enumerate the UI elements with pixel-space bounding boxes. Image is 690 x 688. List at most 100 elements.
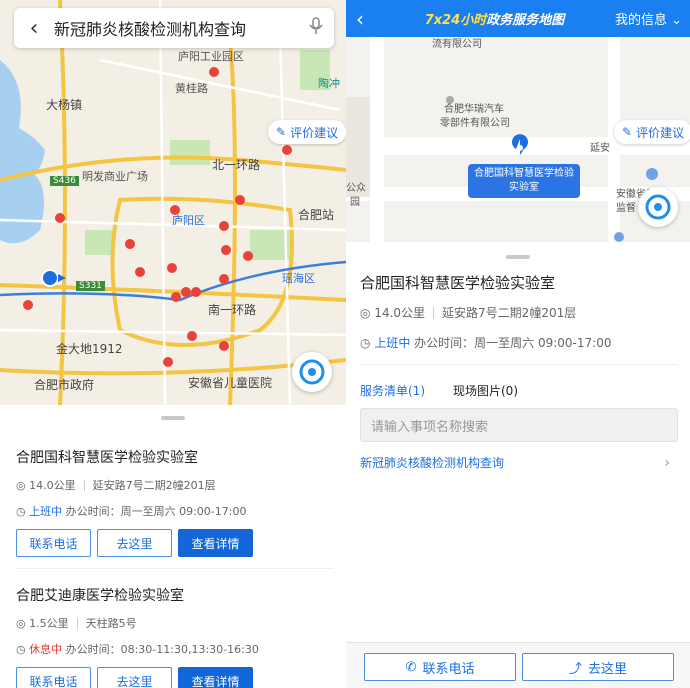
- app-header: ‹ 7x24小时政务服务地图 我的信息 ⌄: [346, 0, 690, 37]
- drag-handle[interactable]: [161, 416, 185, 420]
- header-title: 7x24小时政务服务地图: [374, 9, 615, 28]
- result-list[interactable]: 合肥国科智慧医学检验实验室 ◎ 14.0公里 延安路7号二期2幢201层 ◷ 上…: [0, 405, 346, 688]
- brush-icon: ✎: [276, 125, 287, 139]
- go-button-label: 去这里: [588, 661, 628, 677]
- place-address: 延安路7号二期2幢201层: [442, 306, 577, 320]
- item-hours: 办公时间：周一至周六 09:00-17:00: [65, 505, 247, 518]
- item-meta: ◎ 1.5公里 天柱路5号: [16, 615, 334, 631]
- back-icon[interactable]: ‹: [346, 7, 374, 31]
- item-address: 天柱路5号: [85, 617, 137, 630]
- road-badge: S331: [76, 281, 105, 291]
- phone-button[interactable]: 联系电话: [16, 667, 91, 688]
- status-badge: 休息中: [29, 643, 63, 656]
- bubble-line: 实验室: [509, 182, 539, 193]
- phone-button[interactable]: 联系电话: [16, 529, 91, 557]
- map-label: 监督: [616, 203, 636, 214]
- header-title-highlight: 7x24小时: [424, 13, 487, 28]
- item-meta: ◎ 14.0公里 延安路7号二期2幢201层: [16, 477, 334, 493]
- place-distance: 14.0公里: [374, 306, 426, 320]
- clock-icon: ◷: [16, 504, 26, 518]
- my-info-label: 我的信息: [614, 13, 667, 28]
- item-distance: 14.0公里: [29, 479, 76, 492]
- tab-photos[interactable]: 现场图片(0): [453, 382, 518, 399]
- header-title-text: 政务服务地图: [486, 13, 565, 28]
- item-name: 合肥艾迪康医学检验实验室: [16, 588, 184, 604]
- map-label: 瑶海区: [282, 272, 315, 285]
- chevron-right-icon: ›: [664, 454, 670, 471]
- eval-label: 评价建议: [290, 125, 339, 140]
- eval-button[interactable]: ✎ 评价建议: [614, 120, 690, 144]
- clock-icon: ◷: [360, 335, 371, 350]
- service-item-label: 新冠肺炎核酸检测机构查询: [360, 456, 505, 470]
- list-item[interactable]: 合肥国科智慧医学检验实验室 ◎ 14.0公里 延安路7号二期2幢201层 ◷ 上…: [16, 447, 334, 557]
- bubble-line: 合肥国科智慧医学检验: [474, 168, 574, 179]
- eval-button[interactable]: ✎ 评价建议: [268, 120, 346, 144]
- map-label: 延安: [590, 143, 610, 154]
- status-badge: 上班中: [29, 505, 63, 518]
- phone-button[interactable]: ✆ 联系电话: [364, 653, 516, 681]
- pin-icon: ◎: [16, 478, 26, 492]
- detail-sheet: 合肥国科智慧医学检验实验室 ◎ 14.0公里 延安路7号二期2幢201层 ◷ 上…: [346, 242, 690, 688]
- place-bubble[interactable]: 合肥国科智慧医学检验 实验室: [468, 164, 580, 198]
- map-label: 合肥市政府: [34, 378, 95, 392]
- compass-icon: [645, 194, 671, 220]
- drag-handle[interactable]: [506, 255, 530, 259]
- map-label: 园: [350, 197, 360, 208]
- map-label: 公众: [346, 183, 366, 194]
- map-view[interactable]: 流有限公司 合肥华瑞汽车 零部件有限公司 延安 公众 园 安徽省质量 监督 合肥…: [346, 37, 690, 242]
- map-label: 大杨镇: [46, 98, 83, 112]
- map-label: 金大地1912: [56, 342, 123, 356]
- action-footer: ✆ 联系电话 ⤴ 去这里: [346, 642, 690, 688]
- list-item[interactable]: 合肥艾迪康医学检验实验室 ◎ 1.5公里 天柱路5号 ◷ 休息中 办公时间：08…: [16, 585, 334, 688]
- map-label: 北一环路: [212, 158, 261, 172]
- place-hours-row: ◷ 上班中 办公时间：周一至周六 09:00-17:00: [360, 334, 611, 351]
- road-badge: S436: [50, 176, 79, 186]
- map-label: 安徽省儿童医院: [188, 376, 273, 390]
- map-label: 流有限公司: [432, 39, 482, 50]
- brush-icon: ✎: [622, 125, 633, 139]
- map-view[interactable]: 庐阳工业园区 大杨镇 黄桂路 陶冲 明发商业广场 北一环路 S436 庐阳区 合…: [0, 0, 346, 406]
- go-button[interactable]: 去这里: [97, 667, 172, 688]
- map-label: 庐阳区: [172, 214, 205, 227]
- item-address: 延安路7号二期2幢201层: [92, 479, 216, 492]
- place-hours: 办公时间：周一至周六 09:00-17:00: [414, 336, 612, 350]
- map-label: 陶冲: [318, 77, 340, 90]
- detail-button[interactable]: 查看详情: [178, 529, 253, 557]
- item-hours-row: ◷ 休息中 办公时间：08:30-11:30,13:30-16:30: [16, 641, 334, 657]
- item-name: 合肥国科智慧医学检验实验室: [16, 450, 198, 466]
- locate-button[interactable]: [292, 352, 332, 392]
- service-item[interactable]: 新冠肺炎核酸检测机构查询 ›: [360, 454, 670, 471]
- map-label: 南一环路: [208, 303, 257, 317]
- divider: [360, 364, 678, 365]
- map-label: 明发商业广场: [82, 170, 148, 183]
- search-bar[interactable]: ‹ 新冠肺炎核酸检测机构查询: [14, 8, 334, 48]
- phone-icon: ✆: [405, 659, 417, 675]
- divider: [16, 568, 334, 569]
- detail-button[interactable]: 查看详情: [178, 667, 253, 688]
- place-meta: ◎ 14.0公里 延安路7号二期2幢201层: [360, 304, 576, 321]
- mic-icon[interactable]: [298, 17, 334, 39]
- go-button[interactable]: ⤴ 去这里: [522, 653, 674, 681]
- map-label: 零部件有限公司: [440, 118, 510, 129]
- item-hours-row: ◷ 上班中 办公时间：周一至周六 09:00-17:00: [16, 503, 334, 519]
- service-search-input[interactable]: 请输入事项名称搜索: [360, 408, 678, 442]
- item-distance: 1.5公里: [29, 617, 69, 630]
- tab-services[interactable]: 服务清单(1): [360, 382, 425, 399]
- back-icon[interactable]: ‹: [14, 16, 54, 41]
- my-info-menu[interactable]: 我的信息 ⌄: [615, 9, 690, 28]
- chevron-down-icon: ⌄: [671, 13, 682, 28]
- search-query[interactable]: 新冠肺炎核酸检测机构查询: [54, 16, 298, 40]
- map-label: 合肥站: [298, 208, 335, 222]
- right-screen: ‹ 7x24小时政务服务地图 我的信息 ⌄ 流有限公司 合肥华瑞汽车 零部件有限…: [346, 0, 690, 688]
- map-label: 庐阳工业园区: [178, 50, 244, 63]
- map-canvas: [0, 0, 346, 406]
- map-label: 合肥华瑞汽车: [444, 104, 504, 115]
- map-label: 黄桂路: [175, 82, 208, 95]
- phone-button-label: 联系电话: [422, 661, 475, 677]
- compass-icon: [299, 359, 325, 385]
- tab-bar: 服务清单(1) 现场图片(0): [360, 382, 518, 399]
- status-badge: 上班中: [374, 336, 411, 350]
- navigate-icon: ⤴: [568, 661, 582, 677]
- go-button[interactable]: 去这里: [97, 529, 172, 557]
- locate-button[interactable]: [638, 187, 678, 227]
